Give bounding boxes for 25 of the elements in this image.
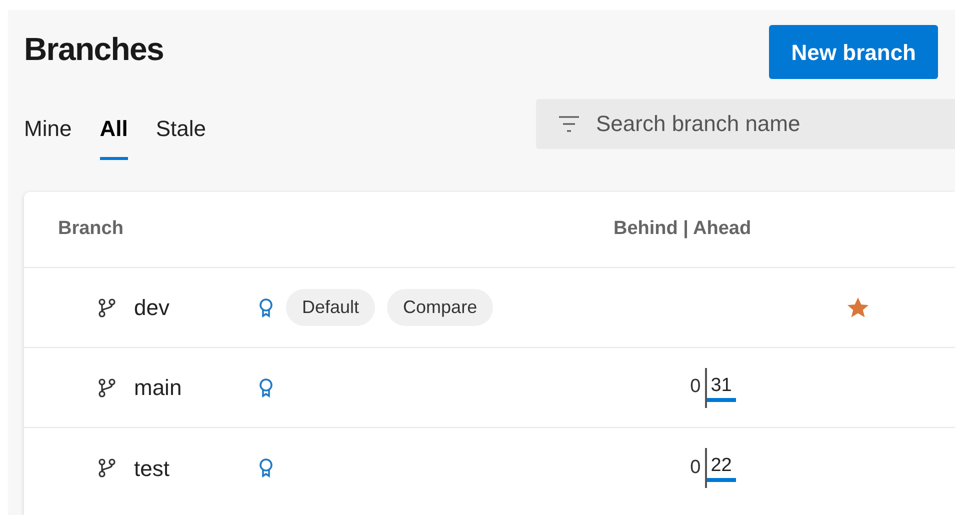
filter-icon <box>558 115 580 133</box>
ahead-count: 31 <box>706 374 736 402</box>
branch-name[interactable]: dev <box>134 291 170 324</box>
page-title: Branches <box>24 30 164 69</box>
filter-tab[interactable]: All <box>100 104 128 160</box>
branch-name[interactable]: main <box>134 371 182 404</box>
new-branch-button[interactable]: New branch <box>769 25 938 79</box>
column-header: Behind | Ahead <box>613 217 752 242</box>
favorite-star-icon[interactable] <box>846 296 870 320</box>
search-field[interactable]: Search branch name <box>536 99 955 149</box>
column-header: Branch <box>58 217 124 242</box>
branch-tag: Default <box>286 289 376 326</box>
branch-icon <box>98 298 116 318</box>
ahead-count: 22 <box>706 454 736 482</box>
filter-tab[interactable]: Mine <box>24 104 72 160</box>
behind-count: 0 <box>690 375 702 400</box>
branch-icon <box>98 378 116 398</box>
award-ribbon-icon <box>258 458 274 478</box>
behind-count: 0 <box>690 456 702 480</box>
filter-tab[interactable]: Stale <box>156 104 206 160</box>
branch-icon <box>98 458 116 478</box>
award-ribbon-icon <box>258 298 274 318</box>
branch-tag: Compare <box>387 289 494 326</box>
award-ribbon-icon <box>258 378 274 398</box>
branch-name[interactable]: test <box>134 452 170 484</box>
